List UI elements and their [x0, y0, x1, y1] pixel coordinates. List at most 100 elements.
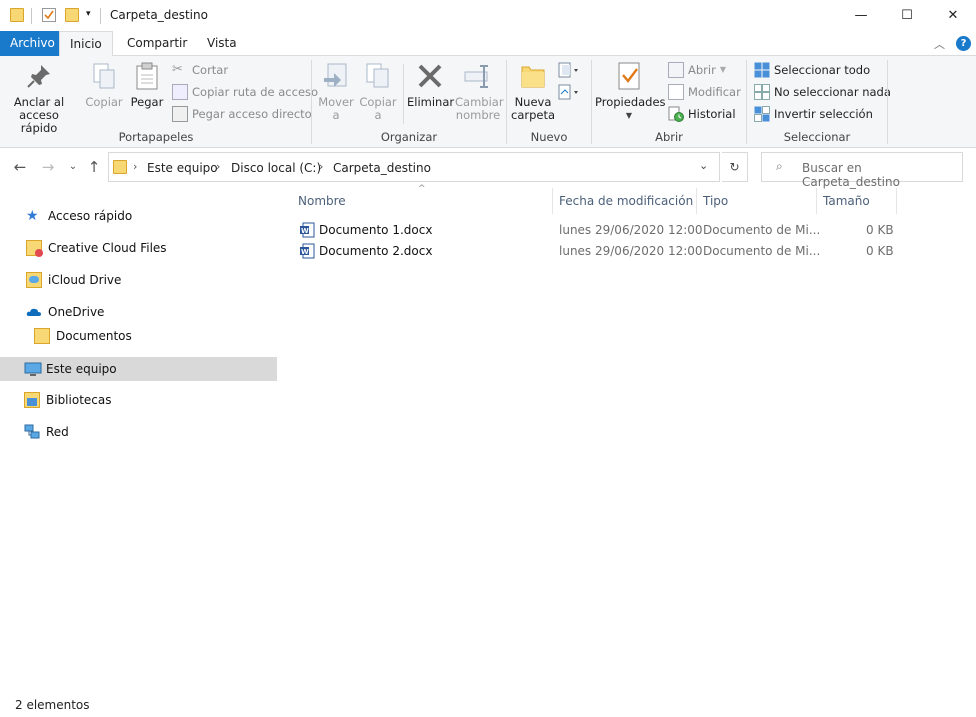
- breadcrumb-disco-local[interactable]: Disco local (C:): [231, 161, 321, 175]
- pin-quick-access-button[interactable]: Anclar al acceso rápido: [6, 60, 72, 135]
- address-bar[interactable]: › Este equipo › Disco local (C:) › Carpe…: [108, 152, 720, 182]
- move-to-button[interactable]: Mover a: [316, 60, 356, 122]
- network-icon: [24, 424, 40, 440]
- nav-documentos[interactable]: Documentos: [0, 324, 277, 348]
- search-input[interactable]: Buscar en Carpeta_destino: [802, 161, 962, 189]
- copy-to-button[interactable]: Copiar a: [358, 60, 398, 122]
- nav-acceso-rapido[interactable]: ★ Acceso rápido: [0, 204, 277, 228]
- copy-icon: [88, 60, 120, 92]
- maximize-button[interactable]: ☐: [884, 0, 930, 31]
- history-button[interactable]: Historial: [668, 104, 736, 124]
- icloud-icon: [26, 272, 42, 288]
- nav-red[interactable]: Red: [0, 420, 277, 444]
- onedrive-cloud-icon: [26, 304, 42, 320]
- properties-dropdown-icon[interactable]: ▼: [595, 109, 663, 122]
- copy-path-button[interactable]: Copiar ruta de acceso: [172, 82, 318, 102]
- modify-label: Modificar: [688, 85, 741, 99]
- invert-selection-icon: [754, 106, 770, 122]
- paste-button[interactable]: Pegar: [128, 60, 166, 109]
- group-label-organizar: Organizar: [380, 130, 438, 144]
- cut-button[interactable]: ✂ Cortar: [172, 60, 228, 80]
- invert-selection-button[interactable]: Invertir selección: [754, 104, 873, 124]
- paste-shortcut-button[interactable]: Pegar acceso directo: [172, 104, 312, 124]
- new-folder-label: Nueva carpeta: [511, 95, 556, 122]
- history-icon: [668, 106, 684, 122]
- properties-check-icon[interactable]: [42, 8, 56, 22]
- search-box[interactable]: ⌕ Buscar en Carpeta_destino: [761, 152, 963, 189]
- nav-onedrive[interactable]: OneDrive: [0, 300, 277, 324]
- properties-icon: [613, 60, 645, 92]
- help-icon[interactable]: ?: [956, 36, 971, 51]
- nav-creative-cloud[interactable]: Creative Cloud Files: [0, 236, 277, 260]
- select-none-icon: [754, 84, 770, 100]
- group-label-portapapeles: Portapapeles: [118, 130, 194, 144]
- column-header-nombre[interactable]: Nombre: [298, 194, 346, 208]
- word-document-icon: W: [299, 222, 315, 238]
- file-name: Documento 1.docx: [319, 223, 433, 237]
- nav-icloud-drive[interactable]: iCloud Drive: [0, 268, 277, 292]
- breadcrumb-este-equipo[interactable]: Este equipo: [147, 161, 218, 175]
- breadcrumb-separator-icon[interactable]: ›: [133, 160, 137, 173]
- column-header-fecha[interactable]: Fecha de modificación: [559, 194, 693, 208]
- open-button[interactable]: Abrir ▼: [668, 60, 726, 80]
- collapse-ribbon-icon[interactable]: ︿: [934, 36, 945, 52]
- nav-bibliotecas[interactable]: Bibliotecas: [0, 388, 277, 412]
- history-label: Historial: [688, 107, 736, 121]
- column-header-tipo[interactable]: Tipo: [703, 194, 728, 208]
- column-divider[interactable]: [816, 188, 817, 214]
- easy-access-icon[interactable]: [558, 84, 582, 102]
- back-arrow-icon[interactable]: ←: [10, 157, 30, 177]
- up-arrow-icon[interactable]: ↑: [84, 157, 104, 177]
- recent-locations-icon[interactable]: ⌄: [63, 157, 83, 177]
- star-icon: ★: [26, 208, 39, 224]
- select-none-button[interactable]: No seleccionar nada: [754, 82, 891, 102]
- paste-shortcut-icon: [172, 106, 188, 122]
- new-folder-button[interactable]: Nueva carpeta: [511, 60, 555, 122]
- folder-icon: [34, 328, 50, 344]
- open-icon: [668, 62, 684, 78]
- svg-text:W: W: [301, 227, 309, 235]
- file-date: lunes 29/06/2020 12:00: [559, 223, 703, 237]
- new-folder-icon[interactable]: [65, 8, 79, 22]
- select-all-button[interactable]: Seleccionar todo: [754, 60, 870, 80]
- file-row[interactable]: W Documento 2.docx lunes 29/06/2020 12:0…: [297, 241, 897, 262]
- breadcrumb-carpeta-destino[interactable]: Carpeta_destino: [333, 161, 431, 175]
- forward-arrow-icon[interactable]: →: [38, 157, 58, 177]
- edit-icon: [668, 84, 684, 100]
- refresh-icon[interactable]: ↻: [722, 152, 748, 182]
- group-label-abrir: Abrir: [655, 130, 683, 144]
- copy-button[interactable]: Copiar: [84, 60, 124, 109]
- file-row[interactable]: W Documento 1.docx lunes 29/06/2020 12:0…: [297, 220, 897, 241]
- customize-quick-access-icon[interactable]: ▾: [86, 9, 91, 19]
- properties-button[interactable]: Propiedades ▼: [595, 60, 666, 122]
- copy-path-label: Copiar ruta de acceso: [192, 85, 319, 99]
- select-all-label: Seleccionar todo: [774, 63, 871, 77]
- nav-label: iCloud Drive: [48, 273, 122, 287]
- nav-este-equipo[interactable]: Este equipo: [0, 357, 277, 381]
- open-dropdown-icon[interactable]: ▼: [720, 60, 726, 80]
- paste-icon: [131, 60, 163, 92]
- sort-ascending-icon: ^: [418, 184, 426, 194]
- column-header-tamano[interactable]: Tamaño: [823, 194, 870, 208]
- column-divider[interactable]: [896, 188, 897, 214]
- minimize-button[interactable]: —: [838, 0, 884, 31]
- rename-button[interactable]: Cambiar nombre: [455, 60, 504, 122]
- nav-label: Acceso rápido: [48, 209, 133, 223]
- close-button[interactable]: ✕: [930, 0, 976, 31]
- column-divider[interactable]: [696, 188, 697, 214]
- tab-inicio[interactable]: Inicio: [59, 31, 113, 57]
- address-dropdown-icon[interactable]: ⌄: [699, 159, 708, 172]
- new-item-icon[interactable]: [558, 62, 582, 80]
- tab-archivo[interactable]: Archivo: [0, 31, 65, 56]
- column-divider[interactable]: [552, 188, 553, 214]
- nav-label: Este equipo: [46, 362, 117, 376]
- file-date: lunes 29/06/2020 12:00: [559, 244, 703, 258]
- delete-button[interactable]: Eliminar: [407, 60, 454, 109]
- breadcrumb-separator-icon[interactable]: ›: [319, 160, 323, 173]
- rename-label: Cambiar nombre: [455, 95, 504, 122]
- modify-button[interactable]: Modificar: [668, 82, 741, 102]
- select-none-label: No seleccionar nada: [774, 85, 891, 99]
- breadcrumb-separator-icon[interactable]: ›: [216, 160, 220, 173]
- tab-compartir[interactable]: Compartir: [117, 31, 197, 56]
- tab-vista[interactable]: Vista: [197, 31, 247, 56]
